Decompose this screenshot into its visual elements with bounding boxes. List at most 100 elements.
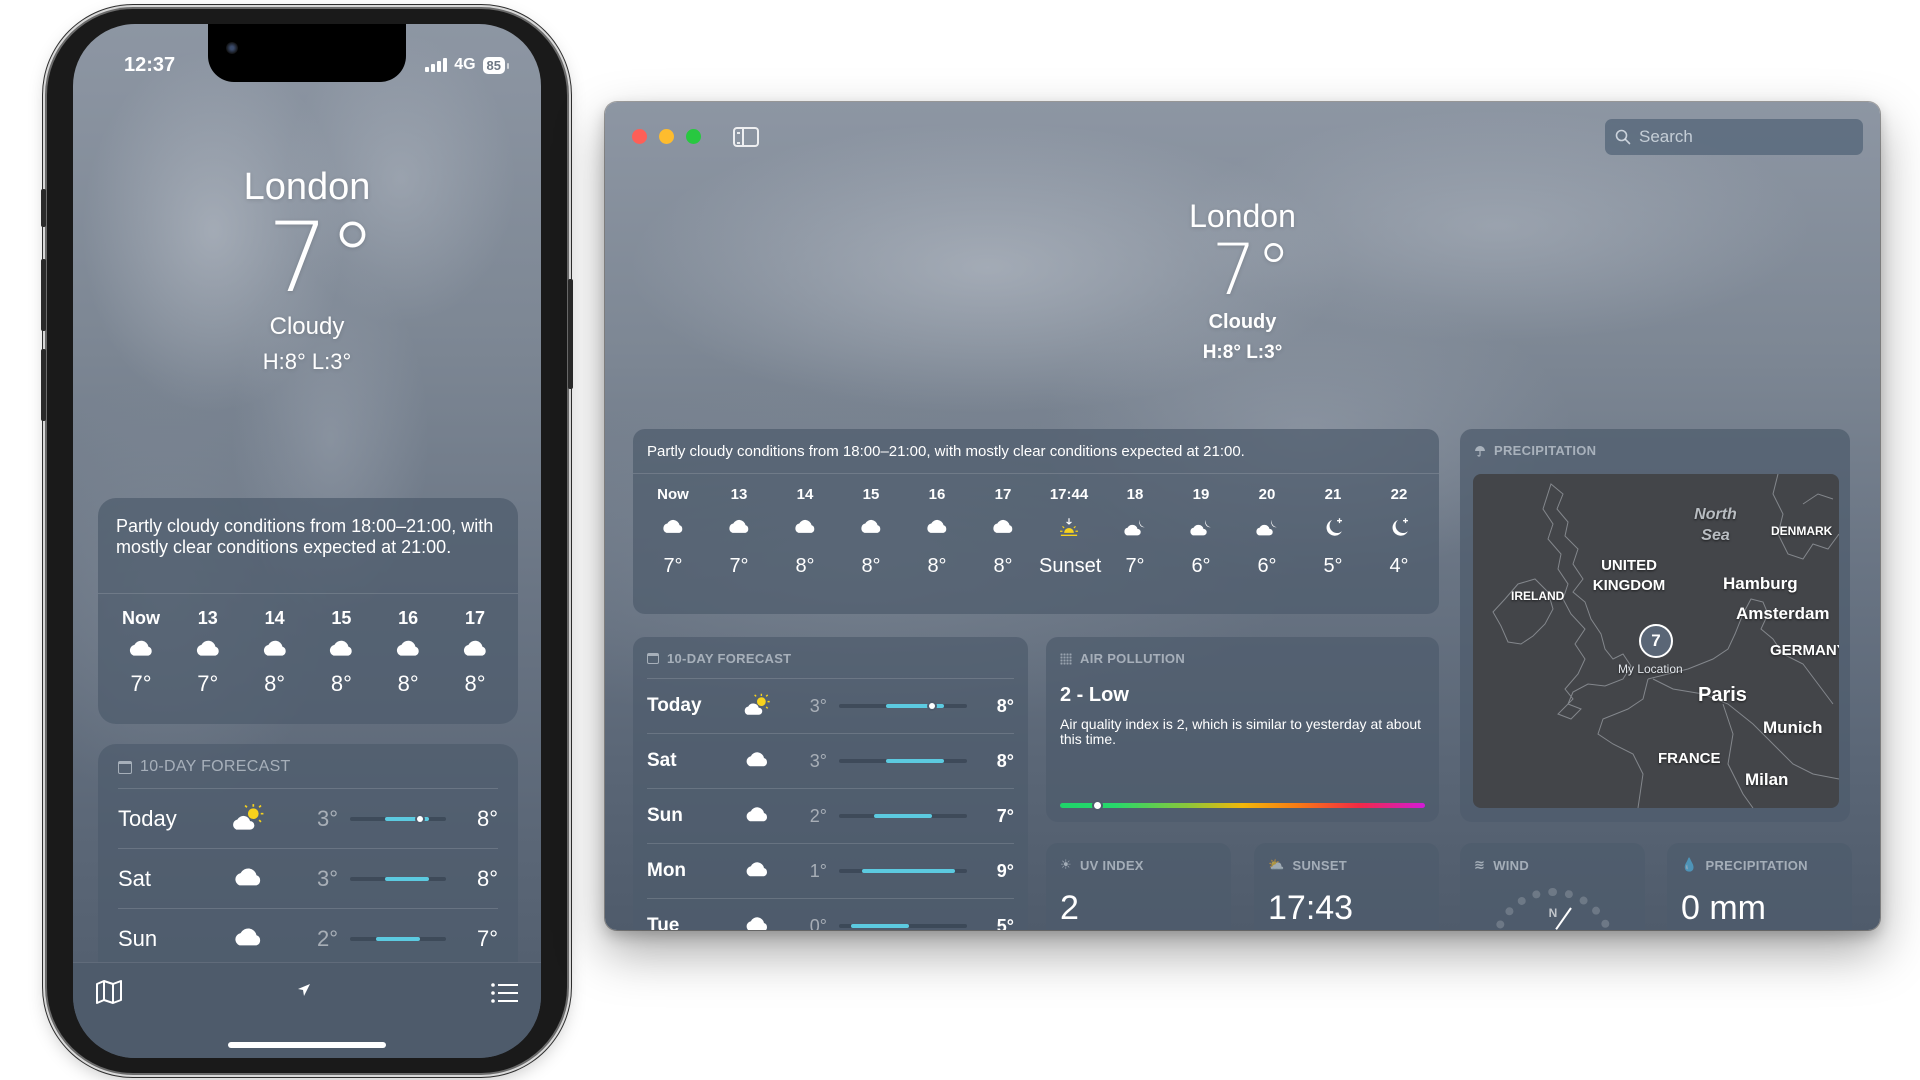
umbrella-icon [1475,445,1485,457]
uv-index-value: 2 [1060,889,1079,927]
hour-item: 15 8° [841,486,901,578]
sunset-card[interactable]: ⛅ SUNSET 17:43 [1254,843,1439,930]
cloud-icon [727,747,787,775]
current-temp-indicator [929,703,936,709]
temp-range-fill [885,759,944,763]
cloud-icon [973,503,1033,553]
precipitation-card[interactable]: 💧 PRECIPITATION 0 mm [1667,843,1852,930]
my-location-pin[interactable]: 7 [1639,624,1673,658]
cloud-moon-icon [1237,503,1297,553]
status-indicators: 4G 85 [425,56,510,74]
cloud-icon [775,503,835,553]
hour-temp: 8° [330,671,352,696]
list-icon[interactable] [491,983,519,1008]
forecast-row[interactable]: Today 3° 8° [118,789,498,849]
volume-up-button [41,259,46,331]
cloud-icon [450,629,500,671]
precipitation-map[interactable]: North Sea DENMARK UNITED KINGDOM IRELAND… [1473,474,1839,808]
section-title: AIR POLLUTION [1060,651,1425,666]
temp-range-bar [350,876,446,881]
low-temp: 3° [316,805,338,831]
compass-north-label: N [1548,906,1558,920]
condition: Cloudy [269,313,345,340]
hour-label: 19 [1192,486,1210,503]
current-temperature: 7° [1211,229,1292,311]
hour-label: 17:44 [1049,486,1089,503]
hourly-list[interactable]: Now 7° 13 7° 14 8° 15 8° 16 8° 17 8° 17:44 Sun… [633,474,1439,578]
search-field[interactable]: Search [1605,119,1863,155]
hour-temp: 8° [861,555,881,577]
zoom-button[interactable] [686,129,701,144]
forecast-row[interactable]: Today 3° 8° [647,679,1014,734]
forecast-row[interactable]: Tue 0° 5° [647,899,1014,930]
low-temp: 2° [809,805,827,826]
temp-range-bar [839,869,967,873]
ten-day-forecast-card[interactable]: 10-DAY FORECAST Today 3° 8° Sat 3° 8° Sun … [633,637,1028,930]
day-label: Tue [647,915,680,930]
forecast-row[interactable]: Sat 3° 8° [647,734,1014,789]
window-controls [632,129,701,144]
notch [208,24,406,82]
current-temperature: 7° [267,202,377,314]
map-label-paris: Paris [1698,684,1747,706]
day-label: Mon [647,860,687,881]
current-weather-header: London 7° Cloudy H:8° L:3° [605,198,1880,364]
forecast-row[interactable]: Mon 1° 9° [647,844,1014,899]
air-quality-scale [1060,802,1425,809]
map-icon[interactable] [95,979,123,1010]
high-temp: 8° [476,805,498,831]
partly-sunny-icon [727,692,787,720]
daily-list: Today 3° 8° Sat 3° 8° Sun 2° 7° Mon 1° 9° Tu… [633,679,1028,930]
location-arrow-icon[interactable] [297,983,311,1002]
condition: Cloudy [1208,311,1277,333]
sidebar-toggle-icon[interactable] [733,127,759,147]
mute-switch [41,189,46,227]
hour-label: 14 [796,486,814,503]
air-quality-value: 2 - Low [1060,684,1129,706]
hour-item: 22 4° [1369,486,1429,578]
forecast-row[interactable]: Sat 3° 8° [118,849,498,909]
hour-item: 14 8° [250,608,300,697]
hour-label: 16 [928,486,946,503]
air-pollution-card[interactable]: AIR POLLUTION 2 - Low Air quality index … [1046,637,1439,822]
signal-icon [425,57,448,72]
moon-stars-icon [1303,503,1363,553]
air-quality-icon [1060,652,1072,665]
forecast-row[interactable]: Sun 2° 7° [118,909,498,969]
cloud-icon [250,629,300,671]
cloud-icon [383,629,433,671]
hour-item: 17:44 Sunset [1039,486,1102,578]
hour-item: 18 7° [1105,486,1165,578]
hour-temp: Sunset [1039,555,1102,577]
cloud-icon [841,503,901,553]
precipitation-map-card[interactable]: PRECIPITATION North Sea DENMARK UNITED K… [1460,429,1850,822]
cloud-icon [116,629,166,671]
hourly-forecast-card[interactable]: Partly cloudy conditions from 18:00–21:0… [633,429,1439,614]
map-label-germany: GERMANY [1770,642,1839,659]
battery-icon: 85 [482,56,510,74]
hour-temp: 7° [663,555,683,577]
search-icon [1615,129,1631,145]
close-button[interactable] [632,129,647,144]
uv-index-card[interactable]: ☀ UV INDEX 2 [1046,843,1231,930]
hourly-list[interactable]: Now 7° 13 7° 14 8° 15 8° 16 8° 17 8° [98,594,518,697]
hour-label: 21 [1324,486,1342,503]
cloud-icon [727,912,787,930]
air-quality-indicator [1093,802,1101,809]
hour-label: 17 [994,486,1012,503]
wind-icon: ≋ [1474,857,1486,872]
high-temp: 9° [996,860,1014,881]
wind-card[interactable]: ≋ WIND N [1460,843,1645,930]
high-temp: 8° [996,695,1014,716]
home-indicator[interactable] [228,1042,386,1048]
minimize-button[interactable] [659,129,674,144]
wind-compass: N [1490,888,1616,930]
forecast-row[interactable]: Sun 2° 7° [647,789,1014,844]
hour-label: 16 [398,608,419,628]
hour-temp: 4° [1389,555,1409,577]
cloud-icon [183,629,233,671]
calendar-icon [647,653,659,664]
hour-label: 13 [197,608,218,628]
cloud-icon [316,629,366,671]
hourly-forecast-card[interactable]: Partly cloudy conditions from 18:00–21:0… [98,498,518,724]
